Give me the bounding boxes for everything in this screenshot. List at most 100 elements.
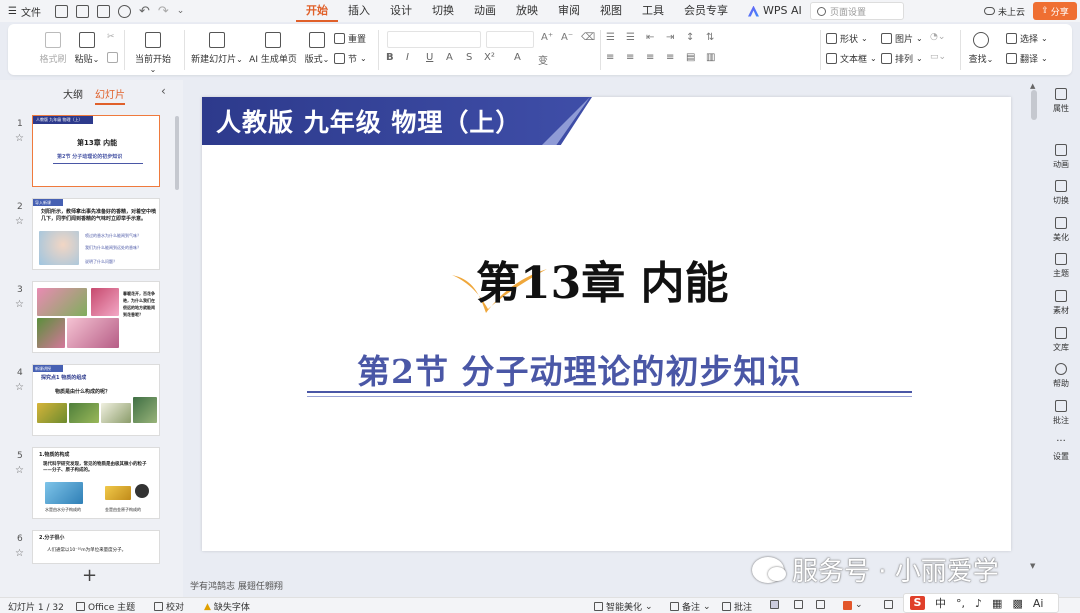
slide-thumbnail[interactable]: 2.分子很小 人们通常以10⁻¹⁰m为单位来量度分子。 — [32, 530, 160, 564]
tab-view[interactable]: 视图 — [590, 0, 632, 22]
star-icon[interactable]: ☆ — [15, 133, 24, 144]
highlight-button[interactable]: A — [514, 52, 521, 63]
keyboard-icon[interactable]: ▦ — [992, 597, 1002, 610]
decrease-font-icon[interactable]: A⁻ — [561, 32, 573, 43]
tab-slideshow[interactable]: 放映 — [506, 0, 548, 22]
tab-home[interactable]: 开始 — [296, 0, 338, 22]
cut-icon[interactable]: ✂ — [107, 32, 115, 42]
format-painter-button[interactable]: 格式刷 — [38, 32, 68, 65]
view-reading-icon[interactable] — [816, 600, 825, 609]
paste-button[interactable]: 粘贴⌄ — [72, 32, 102, 65]
tab-design[interactable]: 设计 — [380, 0, 422, 22]
start-from-current-button[interactable]: 当前开始⌄ — [132, 32, 174, 75]
section-title[interactable]: 第2节 分子动理论的初步知识 — [357, 345, 801, 393]
tab-animations[interactable]: 动画 — [464, 0, 506, 22]
missing-font-button[interactable]: ▲ 缺失字体 — [204, 600, 250, 613]
picture-button[interactable]: 图片 ⌄ — [881, 32, 923, 45]
shadow-button[interactable]: S — [466, 52, 472, 63]
select-button[interactable]: 选择 ⌄ — [1006, 32, 1048, 45]
superscript-button[interactable]: X² — [484, 52, 495, 63]
align-right-icon[interactable]: ≡ — [646, 52, 654, 63]
export-pdf-icon[interactable] — [75, 4, 89, 18]
sidebar-item-library[interactable]: 文库 — [1042, 327, 1080, 353]
play-slideshow-icon[interactable]: ⌄ — [843, 600, 863, 610]
find-button[interactable]: 查找⌄ — [966, 32, 996, 65]
customize-chevron-icon[interactable]: ⌄ — [177, 6, 185, 16]
sidebar-item-theme[interactable]: 主题 — [1042, 253, 1080, 279]
sidebar-item-help[interactable]: 帮助 — [1042, 363, 1080, 389]
comments-button[interactable]: 批注 — [722, 600, 752, 613]
view-normal-icon[interactable] — [770, 600, 779, 609]
scroll-up-icon[interactable]: ▲ — [1030, 82, 1035, 90]
ime-language[interactable]: 中 — [935, 595, 946, 611]
star-icon[interactable]: ☆ — [15, 299, 24, 310]
ime-toolbar[interactable]: S 中 °, ♪ ▦ ▩ Ai — [903, 593, 1059, 613]
fit-window-icon[interactable] — [884, 600, 893, 609]
tab-insert[interactable]: 插入 — [338, 0, 380, 22]
sidebar-item-animation[interactable]: 动画 — [1042, 144, 1080, 170]
clear-format-icon[interactable]: ⌫ — [581, 32, 595, 43]
increase-indent-icon[interactable]: ⇥ — [666, 32, 674, 43]
slide-thumbnail[interactable]: 1.物质的构成 现代科学研究发现，常见的物质是由极其微小的粒子——分子、原子构成… — [32, 447, 160, 519]
tab-wps-ai[interactable]: WPS AI — [738, 0, 812, 22]
redo-icon[interactable]: ↷ — [158, 4, 169, 19]
tab-transitions[interactable]: 切换 — [422, 0, 464, 22]
font-size-select[interactable] — [486, 31, 534, 48]
star-icon[interactable]: ☆ — [15, 465, 24, 476]
numbered-list-icon[interactable]: ☰ — [626, 32, 635, 43]
layout-button[interactable]: 版式⌄ — [302, 32, 332, 65]
tab-member[interactable]: 会员专享 — [674, 0, 738, 22]
file-menu-button[interactable]: ☰ 文件 — [0, 0, 49, 22]
search-input[interactable]: 页面设置 — [810, 2, 904, 20]
italic-button[interactable]: I — [406, 52, 409, 63]
proofread-button[interactable]: 校对 — [154, 600, 184, 613]
microphone-icon[interactable]: ♪ — [975, 597, 982, 610]
ai-single-page-button[interactable]: AI 生成单页 — [248, 32, 298, 65]
sidebar-item-properties[interactable]: 属性 — [1042, 88, 1080, 114]
font-family-select[interactable] — [387, 31, 481, 48]
tab-outline[interactable]: 大纲 — [63, 86, 83, 105]
sidebar-item-materials[interactable]: 素材 — [1042, 290, 1080, 316]
tab-slides[interactable]: 幻灯片 — [95, 86, 125, 105]
increase-font-icon[interactable]: A⁺ — [541, 32, 553, 43]
tab-tools[interactable]: 工具 — [632, 0, 674, 22]
chapter-title[interactable]: 第13章 内能 — [476, 247, 729, 311]
text-direction-icon[interactable]: ⇅ — [706, 32, 714, 43]
slide-thumbnail-row[interactable]: 5 ☆ 1.物质的构成 现代科学研究发现，常见的物质是由极其微小的粒子——分子、… — [0, 447, 180, 523]
star-icon[interactable]: ☆ — [15, 216, 24, 227]
smart-beautify-button[interactable]: 智能美化 ⌄ — [594, 600, 653, 613]
ime-punctuation-icon[interactable]: °, — [956, 597, 965, 610]
add-slide-icon[interactable]: + — [82, 565, 97, 586]
decrease-indent-icon[interactable]: ⇤ — [646, 32, 654, 43]
slide-thumbnail[interactable]: 春暖花开，百花争艳，为什么我们在很远的地方就能闻到花香呢？ — [32, 281, 160, 353]
slide-thumbnail-row[interactable]: 2 ☆ 导入新课 刘阳所示，教师拿出事先准备好的香精，对着空中喷几下，同学们闻到… — [0, 198, 180, 274]
sidebar-item-comments[interactable]: 批注 — [1042, 400, 1080, 426]
shape-button[interactable]: 形状 ⌄ — [826, 32, 868, 45]
slide-thumbnail[interactable]: 人教版 九年级 物理（上） 第13章 内能 第2节 分子动理论的初步知识 — [32, 115, 160, 187]
theme-button[interactable]: Office 主题 — [76, 600, 135, 613]
bold-button[interactable]: B — [386, 52, 394, 63]
slide-thumbnail[interactable]: 导入新课 刘阳所示，教师拿出事先准备好的香精，对着空中喷几下，同学们闻到香精的气… — [32, 198, 160, 270]
align-center-icon[interactable]: ≡ — [626, 52, 634, 63]
print-icon[interactable] — [96, 4, 110, 18]
star-icon[interactable]: ☆ — [15, 382, 24, 393]
sidebar-item-transition[interactable]: 切换 — [1042, 180, 1080, 206]
justify-icon[interactable]: ≡ — [666, 52, 674, 63]
reset-button[interactable]: 重置 — [334, 32, 366, 45]
slide-thumbnail[interactable]: 新课讲授 探究点1 物质的组成 物质是由什么构成的呢？ — [32, 364, 160, 436]
slide-canvas[interactable]: 人教版 九年级 物理（上） 第13章 内能 第2节 分子动理论的初步知识 — [202, 97, 1011, 551]
align-left-icon[interactable]: ≡ — [606, 52, 614, 63]
new-slide-button[interactable]: 新建幻灯片⌄ — [190, 32, 244, 65]
change-case-button[interactable]: 变 — [538, 52, 548, 67]
slide-thumbnail-row[interactable]: 3 ☆ 春暖花开，百花争艳，为什么我们在很远的地方就能闻到花香呢？ — [0, 281, 180, 357]
star-icon[interactable]: ☆ — [15, 548, 24, 559]
sidebar-item-settings[interactable]: ··· 设置 — [1042, 436, 1080, 462]
editor-scrollbar[interactable] — [1031, 90, 1037, 120]
scroll-down-icon[interactable]: ▼ — [1030, 562, 1035, 570]
distribute-icon[interactable]: ▤ — [686, 52, 695, 63]
share-button[interactable]: ⇪ 分享 — [1033, 2, 1077, 20]
fill-icon[interactable]: ◔⌄ — [930, 32, 945, 42]
slide-thumbnail-row[interactable]: 1 ☆ 人教版 九年级 物理（上） 第13章 内能 第2节 分子动理论的初步知识 — [0, 115, 180, 191]
collapse-panel-icon[interactable]: ‹ — [161, 84, 166, 98]
notes-button[interactable]: 备注 ⌄ — [670, 600, 711, 613]
